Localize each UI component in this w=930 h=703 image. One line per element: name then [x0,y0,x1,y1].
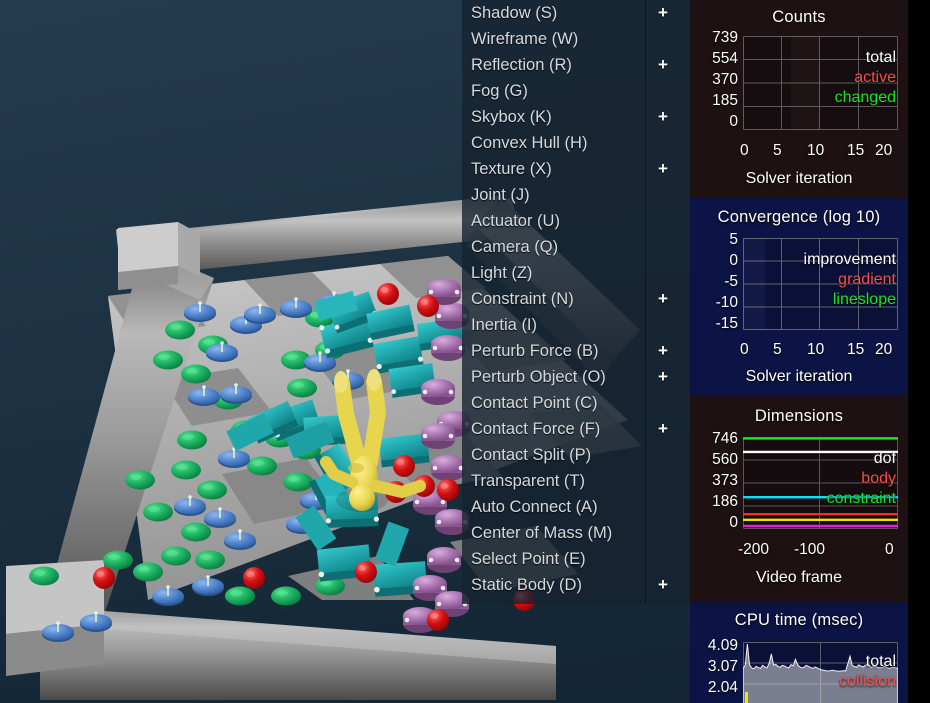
menu-item-label: Shadow (S) [471,0,557,26]
menu-item-expand-icon[interactable]: + [658,0,668,26]
menu-item-constraint-n[interactable]: Constraint (N) + [462,286,690,312]
menu-item-label: Texture (X) [471,156,552,182]
menu-item-inertia-i[interactable]: Inertia (I) [462,312,690,338]
panel-counts: Counts 739 554 370 185 0 [690,0,908,198]
mujoco-simulator-window: Shadow (S) + Wireframe (W)Reflection (R) + F… [0,0,930,703]
cpu-title: CPU time (msec) [690,611,908,630]
dimensions-legend: dof body constraint [730,449,896,509]
menu-item-expand-icon[interactable]: + [658,416,668,442]
menu-item-label: Fog (G) [471,78,528,104]
counts-legend: total active changed [748,48,896,108]
menu-item-label: Center of Mass (M) [471,520,612,546]
menu-item-label: Inertia (I) [471,312,537,338]
cpu-legend: total collision [730,652,896,692]
menu-item-expand-icon[interactable]: + [658,286,668,312]
menu-item-reflection-r[interactable]: Reflection (R) + [462,52,690,78]
menu-item-convex-hull-h[interactable]: Convex Hull (H) [462,130,690,156]
menu-item-label: Select Point (E) [471,546,586,572]
menu-item-joint-j[interactable]: Joint (J) [462,182,690,208]
menu-item-wireframe-w[interactable]: Wireframe (W) [462,26,690,52]
dimensions-title: Dimensions [690,407,908,426]
menu-item-transparent-t[interactable]: Transparent (T) [462,468,690,494]
dimensions-x-label: Video frame [690,569,908,587]
menu-item-contact-split-p[interactable]: Contact Split (P) [462,442,690,468]
menu-item-label: Contact Point (C) [471,390,598,416]
menu-item-expand-icon[interactable]: + [658,156,668,182]
panel-cpu-time: CPU time (msec) 4.09 3.07 2.04 [690,602,908,703]
convergence-x-label: Solver iteration [690,368,908,386]
menu-item-contact-point-c[interactable]: Contact Point (C) [462,390,690,416]
menu-item-texture-x[interactable]: Texture (X) + [462,156,690,182]
menu-item-expand-icon[interactable]: + [658,572,668,598]
menu-item-label: Joint (J) [471,182,530,208]
counts-title: Counts [690,8,908,27]
menu-item-contact-force-f[interactable]: Contact Force (F) + [462,416,690,442]
menu-item-static-body-d[interactable]: Static Body (D) + [462,572,690,598]
menu-item-expand-icon[interactable]: + [658,338,668,364]
menu-item-label: Static Body (D) [471,572,582,598]
menu-item-label: Camera (Q) [471,234,558,260]
menu-item-center-of-mass-m[interactable]: Center of Mass (M) [462,520,690,546]
menu-item-fog-g[interactable]: Fog (G) [462,78,690,104]
menu-item-camera-q[interactable]: Camera (Q) [462,234,690,260]
menu-item-label: Auto Connect (A) [471,494,598,520]
menu-item-label: Convex Hull (H) [471,130,587,156]
menu-item-shadow-s[interactable]: Shadow (S) + [462,0,690,26]
counts-y-axis: 739 554 370 185 0 [690,30,738,135]
menu-item-label: Perturb Force (B) [471,338,598,364]
menu-item-label: Reflection (R) [471,52,572,78]
menu-item-select-point-e[interactable]: Select Point (E) [462,546,690,572]
menu-item-label: Wireframe (W) [471,26,578,52]
render-options-menu[interactable]: Shadow (S) + Wireframe (W)Reflection (R) + F… [462,0,690,604]
panel-dimensions: Dimensions 746 560 373 186 0 [690,395,908,602]
menu-item-label: Constraint (N) [471,286,574,312]
panel-convergence: Convergence (log 10) 5 0 -5 -10 -15 [690,198,908,395]
right-gutter [908,0,930,703]
menu-item-label: Skybox (K) [471,104,552,130]
menu-item-label: Actuator (U) [471,208,560,234]
menu-item-expand-icon[interactable]: + [658,52,668,78]
menu-item-light-z[interactable]: Light (Z) [462,260,690,286]
menu-item-label: Light (Z) [471,260,532,286]
menu-item-perturb-object-o[interactable]: Perturb Object (O) + [462,364,690,390]
menu-item-actuator-u[interactable]: Actuator (U) [462,208,690,234]
menu-item-auto-connect-a[interactable]: Auto Connect (A) [462,494,690,520]
convergence-title: Convergence (log 10) [690,208,908,227]
menu-item-perturb-force-b[interactable]: Perturb Force (B) + [462,338,690,364]
menu-item-label: Transparent (T) [471,468,585,494]
counts-x-label: Solver iteration [690,170,908,188]
menu-item-expand-icon[interactable]: + [658,104,668,130]
menu-item-expand-icon[interactable]: + [658,364,668,390]
menu-item-label: Contact Force (F) [471,416,600,442]
convergence-legend: improvement gradient lineslope [730,250,896,310]
menu-item-skybox-k[interactable]: Skybox (K) + [462,104,690,130]
menu-item-label: Contact Split (P) [471,442,591,468]
stats-panels: Counts 739 554 370 185 0 [690,0,908,703]
menu-item-label: Perturb Object (O) [471,364,606,390]
